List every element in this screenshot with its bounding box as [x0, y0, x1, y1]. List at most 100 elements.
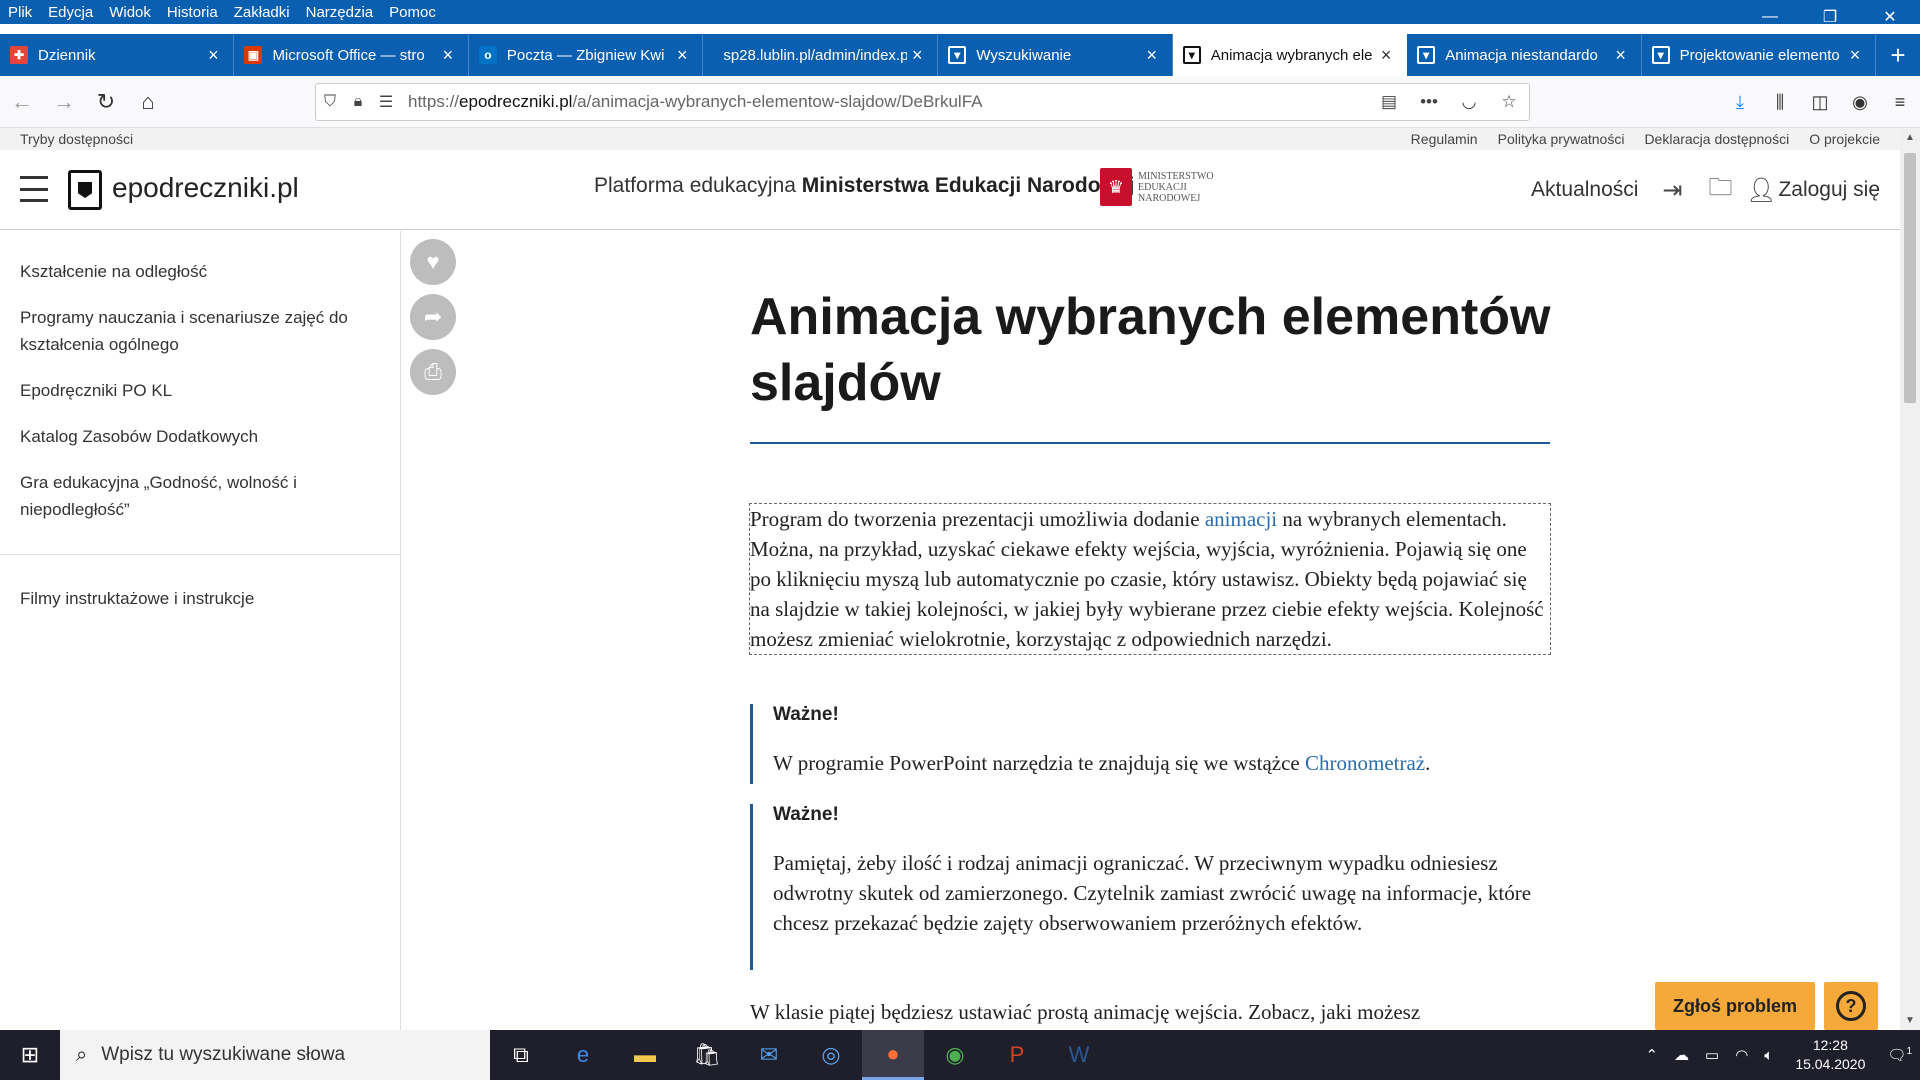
lock-icon[interactable]: 🔒︎ — [344, 93, 372, 111]
back-icon[interactable]: ← — [2, 82, 42, 122]
help-button[interactable]: ? — [1824, 982, 1878, 1030]
close-tab-icon[interactable]: × — [203, 45, 223, 66]
close-tab-icon[interactable]: × — [672, 45, 692, 66]
taskbar-search-input[interactable]: ⌕ Wpisz tu wyszukiwane słowa — [60, 1030, 490, 1080]
link-privacy[interactable]: Polityka prywatności — [1498, 128, 1625, 150]
sign-in-arrow-icon[interactable]: ⇥ — [1648, 172, 1696, 208]
favorite-heart-icon[interactable]: ♥ — [410, 239, 456, 285]
close-window-button[interactable]: ✕ — [1860, 0, 1920, 34]
site-header: epodreczniki.pl Platforma edukacyjna Min… — [0, 150, 1900, 230]
menu-bookmarks[interactable]: Zakładki — [226, 4, 298, 21]
ministry-logo[interactable]: ♛ MINISTERSTWO EDUKACJI NARODOWEJ — [1100, 168, 1228, 206]
page-title: Animacja wybranych elementów slajdów — [750, 288, 1551, 412]
print-icon[interactable]: ⎙ — [410, 349, 456, 395]
account-icon[interactable]: ◉ — [1840, 82, 1880, 122]
sidebar-item-catalog[interactable]: Katalog Zasobów Dodatkowych — [20, 423, 370, 450]
restore-button[interactable]: ❐ — [1800, 0, 1860, 34]
app-menu-icon[interactable]: ≡ — [1880, 82, 1920, 122]
chrome-icon[interactable]: ◉ — [924, 1030, 986, 1080]
sidebar-toggle-icon[interactable]: ◫ — [1800, 82, 1840, 122]
tab-projektowanie[interactable]: ▾ Projektowanie elemento × — [1642, 34, 1877, 76]
scroll-down-icon[interactable]: ▼ — [1900, 1015, 1920, 1026]
onedrive-cloud-icon[interactable]: ☁ — [1674, 1046, 1689, 1064]
clock-date: 15.04.2020 — [1795, 1056, 1866, 1072]
store-icon[interactable]: 🛍︎ — [676, 1030, 738, 1080]
menu-view[interactable]: Widok — [101, 4, 159, 21]
new-tab-button[interactable]: + — [1876, 34, 1920, 76]
home-icon[interactable]: ⌂ — [128, 82, 168, 122]
permissions-icon[interactable]: ☰ — [372, 92, 400, 112]
close-tab-icon[interactable]: × — [1376, 45, 1396, 66]
epodreczniki-logo-icon[interactable] — [68, 170, 102, 210]
page-scrollbar[interactable]: ▲ ▼ — [1900, 128, 1920, 1030]
menu-file[interactable]: Plik — [0, 4, 40, 21]
sidebar-item-epodreczniki-pokl[interactable]: Epodręczniki PO KL — [20, 377, 370, 404]
accessibility-modes-link[interactable]: Tryby dostępności — [20, 128, 133, 150]
sidebar-item-remote-learning[interactable]: Kształcenie na odległość — [20, 258, 370, 285]
library-icon[interactable]: ⫼ — [1760, 82, 1800, 122]
dziennik-icon: ✚ — [10, 46, 28, 64]
download-icon[interactable]: ⤓ — [1720, 82, 1760, 122]
reader-view-icon[interactable]: ▤ — [1369, 92, 1409, 112]
firefox-icon[interactable]: ● — [862, 1030, 924, 1080]
scroll-up-icon[interactable]: ▲ — [1900, 132, 1920, 143]
close-tab-icon[interactable]: × — [1611, 45, 1631, 66]
chronometraz-link[interactable]: Chronometraż — [1305, 751, 1425, 775]
news-link[interactable]: Aktualności — [1531, 178, 1638, 202]
forward-icon[interactable]: → — [44, 82, 84, 122]
report-problem-button[interactable]: Zgłoś problem — [1655, 982, 1815, 1030]
task-view-icon[interactable]: ⧉ — [490, 1030, 552, 1080]
pocket-icon[interactable]: ◡ — [1449, 92, 1489, 112]
link-about[interactable]: O projekcie — [1809, 128, 1880, 150]
site-logo-text[interactable]: epodreczniki.pl — [112, 172, 299, 204]
scrollbar-thumb[interactable] — [1904, 153, 1916, 403]
tab-dziennik[interactable]: ✚ Dziennik × — [0, 34, 235, 76]
menu-edit[interactable]: Edycja — [40, 4, 101, 21]
user-icon[interactable]: 👤︎ — [1744, 172, 1778, 208]
link-accessibility[interactable]: Deklaracja dostępności — [1644, 128, 1789, 150]
tab-office[interactable]: ▣ Microsoft Office — stro × — [234, 34, 469, 76]
menu-help[interactable]: Pomoc — [381, 4, 444, 21]
word-icon[interactable]: W — [1048, 1030, 1110, 1080]
menu-history[interactable]: Historia — [159, 4, 226, 21]
notifications-icon[interactable]: 🗨︎1 — [1887, 1046, 1912, 1064]
safari-compass-icon[interactable]: ◎ — [800, 1030, 862, 1080]
sidebar-item-educational-game[interactable]: Gra edukacyjna „Godność, wolność i niepo… — [20, 469, 370, 523]
shield-icon[interactable]: ⛉ — [316, 93, 344, 111]
tab-wyszukiwanie[interactable]: ▾ Wyszukiwanie × — [938, 34, 1173, 76]
wifi-icon[interactable]: ◠ — [1735, 1046, 1748, 1064]
edge-icon[interactable]: e — [552, 1030, 614, 1080]
hamburger-menu-icon[interactable] — [20, 176, 48, 202]
intro-paragraph: Program do tworzenia prezentacji umożliw… — [749, 503, 1551, 655]
close-tab-icon[interactable]: × — [1142, 45, 1162, 66]
file-explorer-icon[interactable]: ▬ — [614, 1030, 676, 1080]
login-link[interactable]: Zaloguj się — [1778, 178, 1880, 202]
folder-icon[interactable]: 🗀 — [1696, 172, 1744, 208]
sidebar-item-curricula[interactable]: Programy nauczania i scenariusze zajęć d… — [20, 304, 370, 358]
close-tab-icon[interactable]: × — [907, 45, 927, 66]
tab-sp28[interactable]: sp28.lublin.pl/admin/index.p × — [703, 34, 939, 76]
battery-icon[interactable]: ▭ — [1705, 1046, 1719, 1064]
show-hidden-icons-icon[interactable]: ⌃ — [1645, 1046, 1658, 1064]
tab-animacja-niestandardowa[interactable]: ▾ Animacja niestandardo × — [1407, 34, 1642, 76]
tab-animacja-wybranych[interactable]: ▾ Animacja wybranych ele × — [1172, 34, 1408, 76]
powerpoint-icon[interactable]: P — [986, 1030, 1048, 1080]
minimize-button[interactable]: — — [1740, 0, 1800, 34]
reload-icon[interactable]: ↻ — [86, 82, 126, 122]
windows-start-icon[interactable]: ⊞ — [0, 1030, 60, 1080]
url-bar[interactable]: ⛉ 🔒︎ ☰ https://epodreczniki.pl/a/animacj… — [315, 83, 1530, 121]
close-tab-icon[interactable]: × — [1845, 45, 1865, 66]
bookmark-star-icon[interactable]: ☆ — [1489, 92, 1529, 112]
url-text[interactable]: https://epodreczniki.pl/a/animacja-wybra… — [408, 92, 983, 112]
more-actions-icon[interactable]: ••• — [1409, 92, 1449, 112]
link-regulamin[interactable]: Regulamin — [1411, 128, 1478, 150]
tab-poczta[interactable]: o Poczta — Zbigniew Kwi × — [469, 34, 704, 76]
animation-link[interactable]: animacji — [1205, 507, 1277, 531]
close-tab-icon[interactable]: × — [438, 45, 458, 66]
share-icon[interactable]: ➦ — [410, 294, 456, 340]
sidebar-item-tutorial-videos[interactable]: Filmy instruktażowe i instrukcje — [20, 585, 370, 612]
volume-icon[interactable]: 🔈︎ — [1764, 1047, 1773, 1064]
mail-icon[interactable]: ✉ — [738, 1030, 800, 1080]
menu-tools[interactable]: Narzędzia — [298, 4, 382, 21]
taskbar-clock[interactable]: 12:28 15.04.2020 — [1795, 1036, 1865, 1074]
